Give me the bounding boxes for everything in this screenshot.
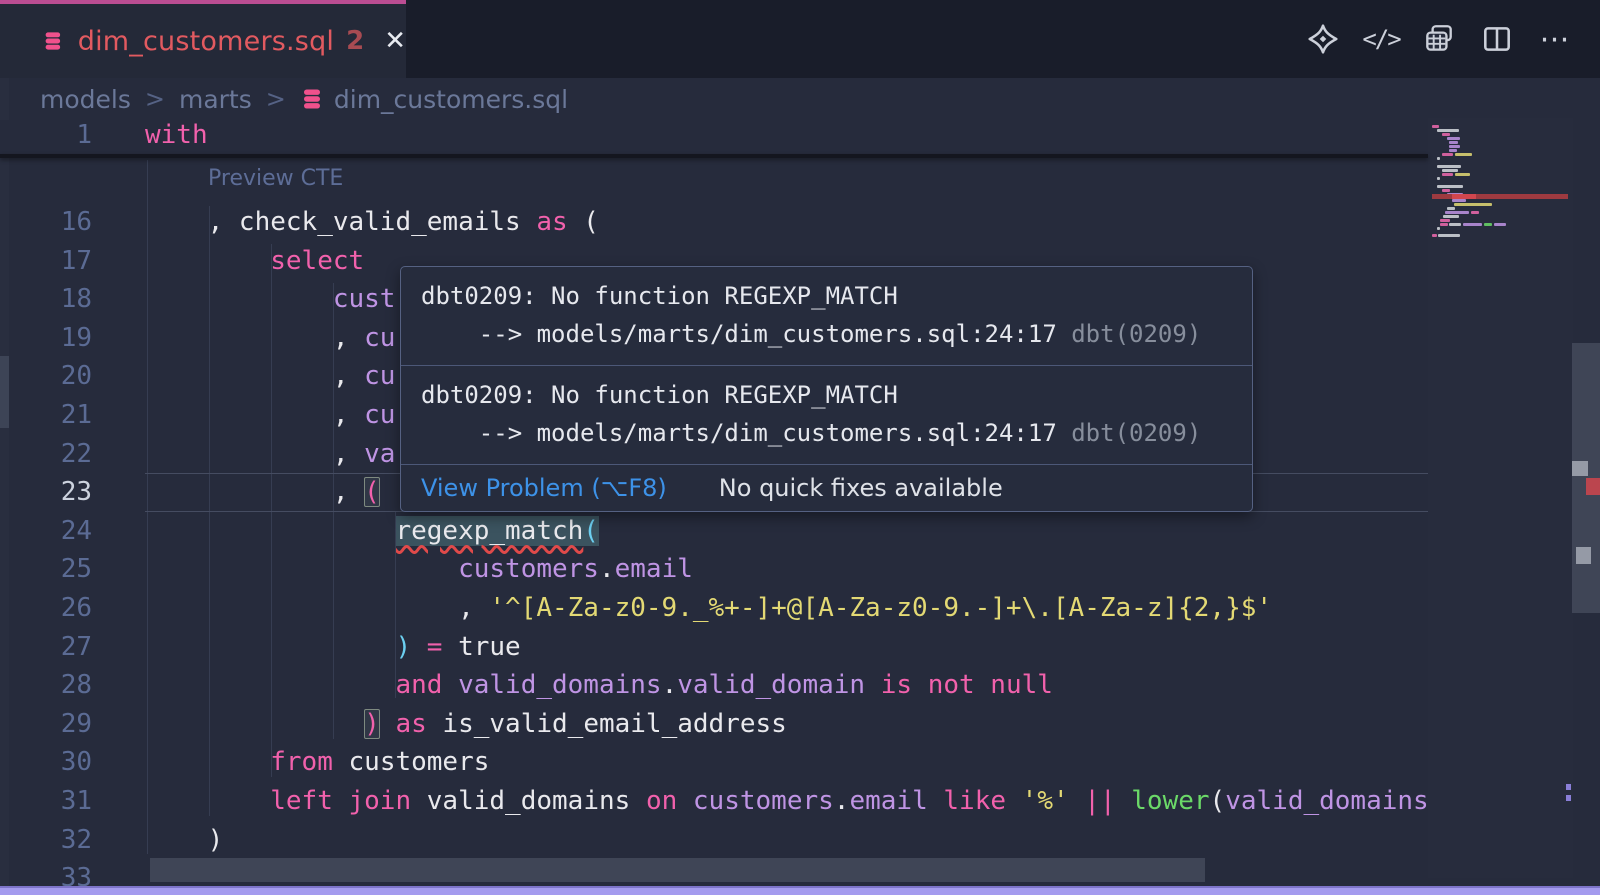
diagnostic-message: dbt0209: No function REGEXP_MATCH --> mo… <box>401 267 1252 366</box>
editor-actions: </> ⋯ <box>1306 0 1572 78</box>
line-number: 16 <box>0 203 92 242</box>
tab-filename: dim_customers.sql <box>78 26 334 57</box>
code-line[interactable]: 24 regexp_match( <box>0 512 1428 551</box>
database-icon <box>42 26 64 56</box>
sticky-code: with <box>145 116 208 155</box>
code-line[interactable]: 27 ) = true <box>0 628 1428 667</box>
line-number: 30 <box>0 743 92 782</box>
breadcrumb-file[interactable]: dim_customers.sql <box>300 85 568 114</box>
code-line[interactable]: 26 , '^[A-Za-z0-9._%+-]+@[A-Za-z0-9.-]+\… <box>0 589 1428 628</box>
breadcrumb-models[interactable]: models <box>40 85 131 114</box>
line-number: 17 <box>0 242 92 281</box>
line-number: 24 <box>0 512 92 551</box>
breadcrumb-separator: > <box>266 85 286 113</box>
sticky-scroll-line[interactable]: 1 with <box>0 120 1428 154</box>
close-icon[interactable]: ✕ <box>384 26 406 56</box>
query-results-icon[interactable] <box>1422 22 1456 56</box>
problem-hover-popup: dbt0209: No function REGEXP_MATCH --> mo… <box>400 266 1253 512</box>
view-problem-link[interactable]: View Problem (⌥F8) <box>421 474 667 502</box>
left-margin-decoration <box>0 356 9 428</box>
codelens-preview-cte[interactable]: Preview CTE <box>208 166 343 191</box>
line-number: 20 <box>0 357 92 396</box>
sticky-line-number: 1 <box>0 116 92 155</box>
line-number: 19 <box>0 319 92 358</box>
line-number: 18 <box>0 280 92 319</box>
diagnostic-source: dbt(0209) <box>1071 419 1201 447</box>
line-number: 26 <box>0 589 92 628</box>
breadcrumb: models > marts > dim_customers.sql <box>40 78 1600 120</box>
left-margin-strip <box>0 78 9 886</box>
database-icon <box>300 87 324 111</box>
panel-sash[interactable] <box>0 886 1600 895</box>
line-number: 28 <box>0 666 92 705</box>
sticky-divider <box>0 154 1428 158</box>
code-line[interactable]: 16 , check_valid_emails as ( <box>0 203 1428 242</box>
hover-actions: View Problem (⌥F8) No quick fixes availa… <box>401 465 1252 511</box>
no-quick-fixes-label: No quick fixes available <box>719 474 1003 502</box>
code-line[interactable]: 30 from customers <box>0 743 1428 782</box>
tab-bar: dim_customers.sql 2 ✕ </> <box>0 0 1600 78</box>
line-number: 32 <box>0 821 92 860</box>
diagnostic-source: dbt(0209) <box>1071 320 1201 348</box>
code-line[interactable]: 28 and valid_domains.valid_domain is not… <box>0 666 1428 705</box>
line-number: 25 <box>0 550 92 589</box>
code-line[interactable]: 31 left join valid_domains on customers.… <box>0 782 1428 821</box>
line-number: 31 <box>0 782 92 821</box>
code-line[interactable]: 29 ) as is_valid_email_address <box>0 705 1428 744</box>
indent-guide <box>395 512 396 698</box>
horizontal-scrollbar[interactable] <box>150 858 1205 882</box>
line-number: 27 <box>0 628 92 667</box>
dbt-icon[interactable] <box>1306 22 1340 56</box>
line-number: 21 <box>0 396 92 435</box>
code-line[interactable]: 32 ) <box>0 821 1428 860</box>
line-number: 23 <box>0 473 92 512</box>
more-actions-icon[interactable]: ⋯ <box>1538 22 1572 56</box>
code-preview-icon[interactable]: </> <box>1364 22 1398 56</box>
line-number: 22 <box>0 435 92 474</box>
line-number: 29 <box>0 705 92 744</box>
diagnostic-message: dbt0209: No function REGEXP_MATCH --> mo… <box>401 366 1252 465</box>
breadcrumb-separator: > <box>145 85 165 113</box>
breadcrumb-marts[interactable]: marts <box>179 85 252 114</box>
tab-dim-customers-sql[interactable]: dim_customers.sql 2 ✕ <box>0 0 406 78</box>
editor-window: dim_customers.sql 2 ✕ </> <box>0 0 1600 895</box>
code-line[interactable]: 25 customers.email <box>0 550 1428 589</box>
split-editor-icon[interactable] <box>1480 22 1514 56</box>
tab-problems-badge: 2 <box>346 26 364 56</box>
minimap[interactable] <box>1428 118 1573 878</box>
